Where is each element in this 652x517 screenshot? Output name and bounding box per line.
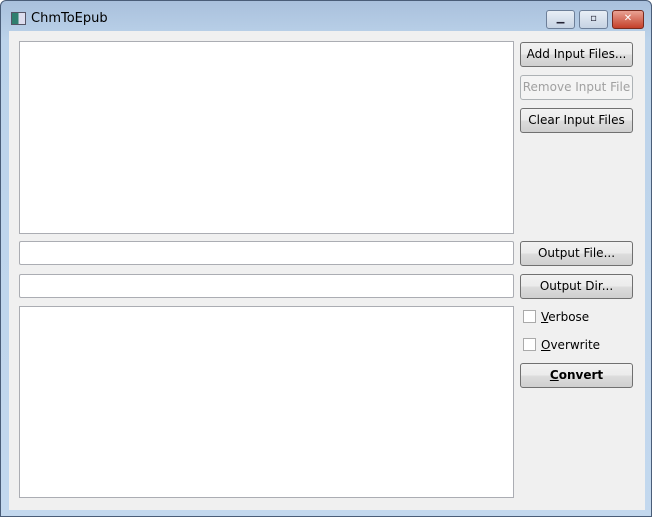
checkbox-box[interactable]	[523, 338, 536, 351]
checkbox-box[interactable]	[523, 310, 536, 323]
output-file-button[interactable]: Output File...	[520, 241, 633, 266]
remove-input-file-button[interactable]: Remove Input File	[520, 75, 633, 100]
minimize-button[interactable]: ▁	[546, 10, 575, 29]
output-dir-input[interactable]	[19, 274, 514, 298]
clear-input-files-button[interactable]: Clear Input Files	[520, 108, 633, 133]
overwrite-checkbox[interactable]: Overwrite	[523, 338, 600, 352]
output-file-input[interactable]	[19, 241, 514, 265]
window-title: ChmToEpub	[31, 11, 108, 26]
log-output	[19, 306, 514, 498]
output-dir-button[interactable]: Output Dir...	[520, 274, 633, 299]
button-label: onvert	[558, 368, 604, 382]
input-files-list[interactable]	[19, 41, 514, 234]
checkbox-label: verwrite	[550, 338, 601, 352]
maximize-button[interactable]: ▫	[579, 10, 608, 29]
mnemonic: C	[549, 368, 559, 382]
convert-button[interactable]: Convert	[520, 363, 633, 388]
checkbox-label: erbose	[548, 310, 590, 324]
verbose-checkbox[interactable]: Verbose	[523, 310, 589, 324]
app-icon	[11, 12, 26, 25]
close-button[interactable]: ✕	[612, 10, 644, 29]
add-input-files-button[interactable]: Add Input Files...	[520, 42, 633, 67]
